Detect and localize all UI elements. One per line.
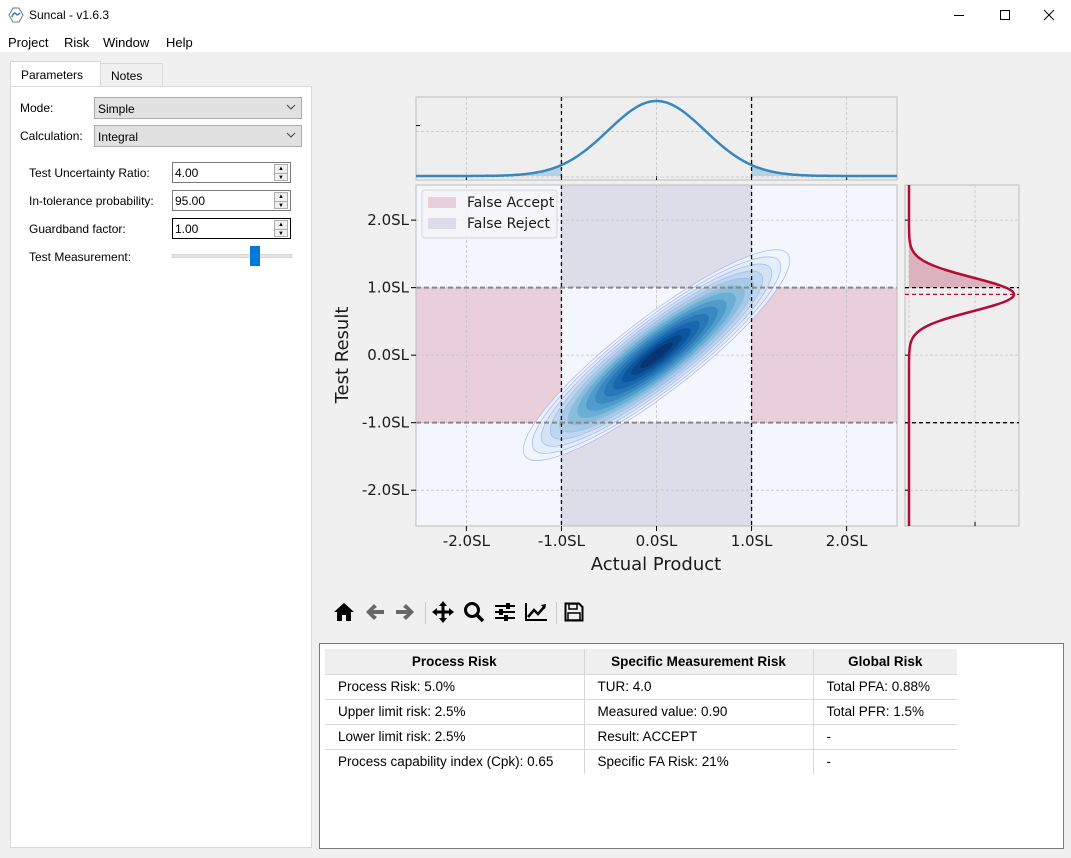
toolbar-separator [425, 602, 426, 624]
tab-parameters[interactable]: Parameters [10, 61, 101, 86]
magnifier-icon [464, 602, 485, 623]
legend-swatch-false-accept [428, 197, 456, 208]
header-process-risk: Process Risk [325, 649, 585, 675]
y-tick-label: -1.0SL [362, 414, 410, 432]
top-marginal-axes [415, 96, 898, 181]
legend-swatch-false-reject [428, 218, 456, 229]
y-tick-label: 0.0SL [367, 346, 409, 364]
table-row: Lower limit risk: 2.5% Result: ACCEPT - [325, 724, 957, 750]
table-cell: Specific FA Risk: 21% [584, 749, 814, 774]
main-axes: -2.0SL -1.0SL 0.0SL 1.0SL 2.0SL 2.0SL 1.0SL 0.… [332, 184, 898, 575]
edit-axis-button[interactable] [522, 598, 550, 626]
table-cell: Process Risk: 5.0% [325, 674, 585, 700]
zoom-button[interactable] [460, 598, 488, 626]
sliders-icon [495, 603, 515, 621]
home-button[interactable] [330, 598, 358, 626]
forward-button[interactable] [391, 598, 419, 626]
header-global-risk: Global Risk [813, 649, 957, 675]
legend-label-false-accept: False Accept [467, 195, 555, 211]
table-cell: Result: ACCEPT [584, 724, 814, 750]
table-cell: Total PFA: 0.88% [813, 674, 957, 700]
table-row: Process capability index (Cpk): 0.65 Spe… [325, 749, 957, 774]
right-marginal-axes [904, 184, 1020, 527]
table-cell: Process capability index (Cpk): 0.65 [325, 749, 585, 774]
results-panel: Process Risk Specific Measurement Risk G… [319, 643, 1064, 849]
x-tick-label: 0.0SL [636, 532, 678, 550]
arrow-right-icon [396, 604, 414, 620]
y-tick-label: -2.0SL [362, 481, 410, 499]
pan-button[interactable] [429, 598, 457, 626]
table-row: Process Risk: 5.0% TUR: 4.0 Total PFA: 0… [325, 674, 957, 700]
table-cell: - [826, 754, 832, 770]
x-tick-label: -2.0SL [443, 532, 491, 550]
header-specific-measurement-risk: Specific Measurement Risk [584, 649, 814, 675]
table-cell: TUR: 4.0 [584, 674, 814, 700]
move-icon [432, 601, 454, 623]
arrow-left-icon [366, 604, 384, 620]
x-tick-label: -1.0SL [538, 532, 586, 550]
save-button[interactable] [560, 598, 588, 626]
configure-subplots-button[interactable] [491, 598, 519, 626]
toolbar-separator [556, 602, 557, 624]
table-cell: Total PFR: 1.5% [813, 699, 957, 725]
y-tick-label: 2.0SL [367, 211, 409, 229]
legend-label-false-reject: False Reject [467, 216, 551, 232]
y-tick-label: 1.0SL [367, 279, 409, 297]
x-tick-label: 2.0SL [826, 532, 868, 550]
legend: False Accept False Reject [421, 189, 558, 239]
back-button[interactable] [361, 598, 389, 626]
table-row: Upper limit risk: 2.5% Measured value: 0… [325, 699, 957, 725]
risk-table: Process Risk Specific Measurement Risk G… [325, 649, 957, 774]
y-axis-label: Test Result [332, 307, 353, 405]
x-tick-label: 1.0SL [731, 532, 773, 550]
table-cell: Measured value: 0.90 [584, 699, 814, 725]
home-icon [334, 603, 354, 621]
table-cell: Lower limit risk: 2.5% [325, 724, 585, 750]
x-axis-label: Actual Product [591, 554, 721, 575]
table-cell: - [813, 724, 957, 750]
line-chart-icon [525, 603, 547, 621]
risk-plot: -2.0SL -1.0SL 0.0SL 1.0SL 2.0SL 2.0SL 1.0SL 0.… [332, 96, 1020, 575]
table-header-row: Process Risk Specific Measurement Risk G… [325, 649, 957, 675]
table-cell: Upper limit risk: 2.5% [325, 699, 585, 725]
save-icon [564, 602, 584, 622]
